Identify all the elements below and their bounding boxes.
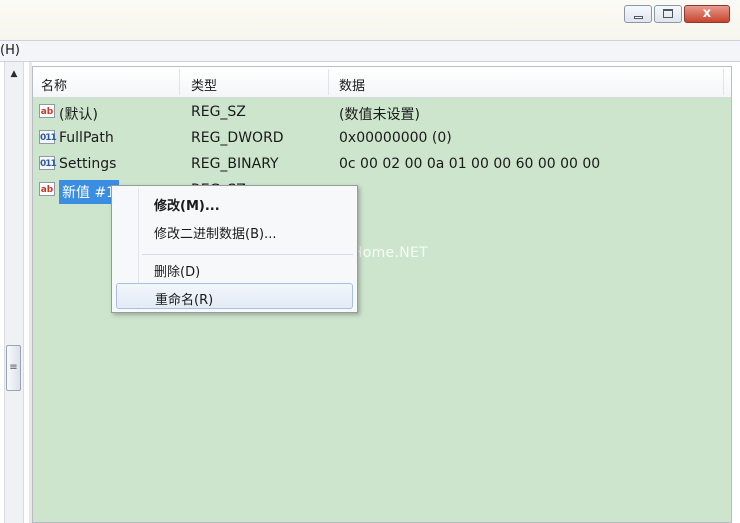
value-type: REG_BINARY xyxy=(191,156,279,172)
menu-item-delete[interactable]: 删除(D) xyxy=(116,256,353,282)
scroll-up-arrow-icon[interactable]: ▲ xyxy=(5,66,23,82)
close-button[interactable]: x xyxy=(684,5,730,23)
string-value-icon: ab xyxy=(39,182,55,196)
context-menu: 修改(M)... 修改二进制数据(B)... 删除(D) 重命名(R) xyxy=(111,185,358,313)
column-name-header[interactable]: 名称 xyxy=(41,75,67,94)
column-header: 名称 类型 数据 xyxy=(33,67,731,98)
minimize-icon xyxy=(634,16,643,19)
value-name: Settings xyxy=(59,156,117,172)
column-type-header[interactable]: 类型 xyxy=(191,75,217,94)
binary-value-icon: 011 xyxy=(39,130,57,144)
tree-scrollbar[interactable]: ▲ ≡ xyxy=(4,62,24,523)
column-data-header[interactable]: 数据 xyxy=(339,75,365,94)
menu-bar: (H) xyxy=(0,40,740,62)
scrollbar-thumb[interactable]: ≡ xyxy=(6,345,21,391)
maximize-button[interactable] xyxy=(654,5,682,23)
table-row[interactable]: ab (默认) REG_SZ (数值未设置) xyxy=(33,100,731,126)
maximize-icon xyxy=(663,9,673,18)
binary-value-icon: 011 xyxy=(39,156,57,170)
value-name: FullPath xyxy=(59,130,114,146)
string-value-icon: ab xyxy=(39,104,55,118)
value-data: 0x00000000 (0) xyxy=(339,130,452,146)
value-type: REG_DWORD xyxy=(191,130,284,146)
table-row[interactable]: 011 FullPath REG_DWORD 0x00000000 (0) xyxy=(33,126,731,152)
menu-item-modify[interactable]: 修改(M)... xyxy=(116,190,353,216)
title-bar: x xyxy=(0,0,740,40)
value-type: REG_SZ xyxy=(191,104,246,120)
tree-pane: ▲ ≡ xyxy=(0,62,32,523)
menu-help[interactable]: (H) xyxy=(0,43,20,58)
value-name: (默认) xyxy=(59,107,98,123)
menu-separator xyxy=(142,254,353,255)
menu-item-rename[interactable]: 重命名(R) xyxy=(116,283,353,309)
window-controls: x xyxy=(622,5,730,23)
menu-item-modify-binary[interactable]: 修改二进制数据(B)... xyxy=(116,218,353,244)
value-data: 0c 00 02 00 0a 01 00 00 60 00 00 00 xyxy=(339,156,601,172)
value-data: (数值未设置) xyxy=(339,107,420,123)
minimize-button[interactable] xyxy=(624,5,652,23)
table-row[interactable]: 011 Settings REG_BINARY 0c 00 02 00 0a 0… xyxy=(33,152,731,178)
